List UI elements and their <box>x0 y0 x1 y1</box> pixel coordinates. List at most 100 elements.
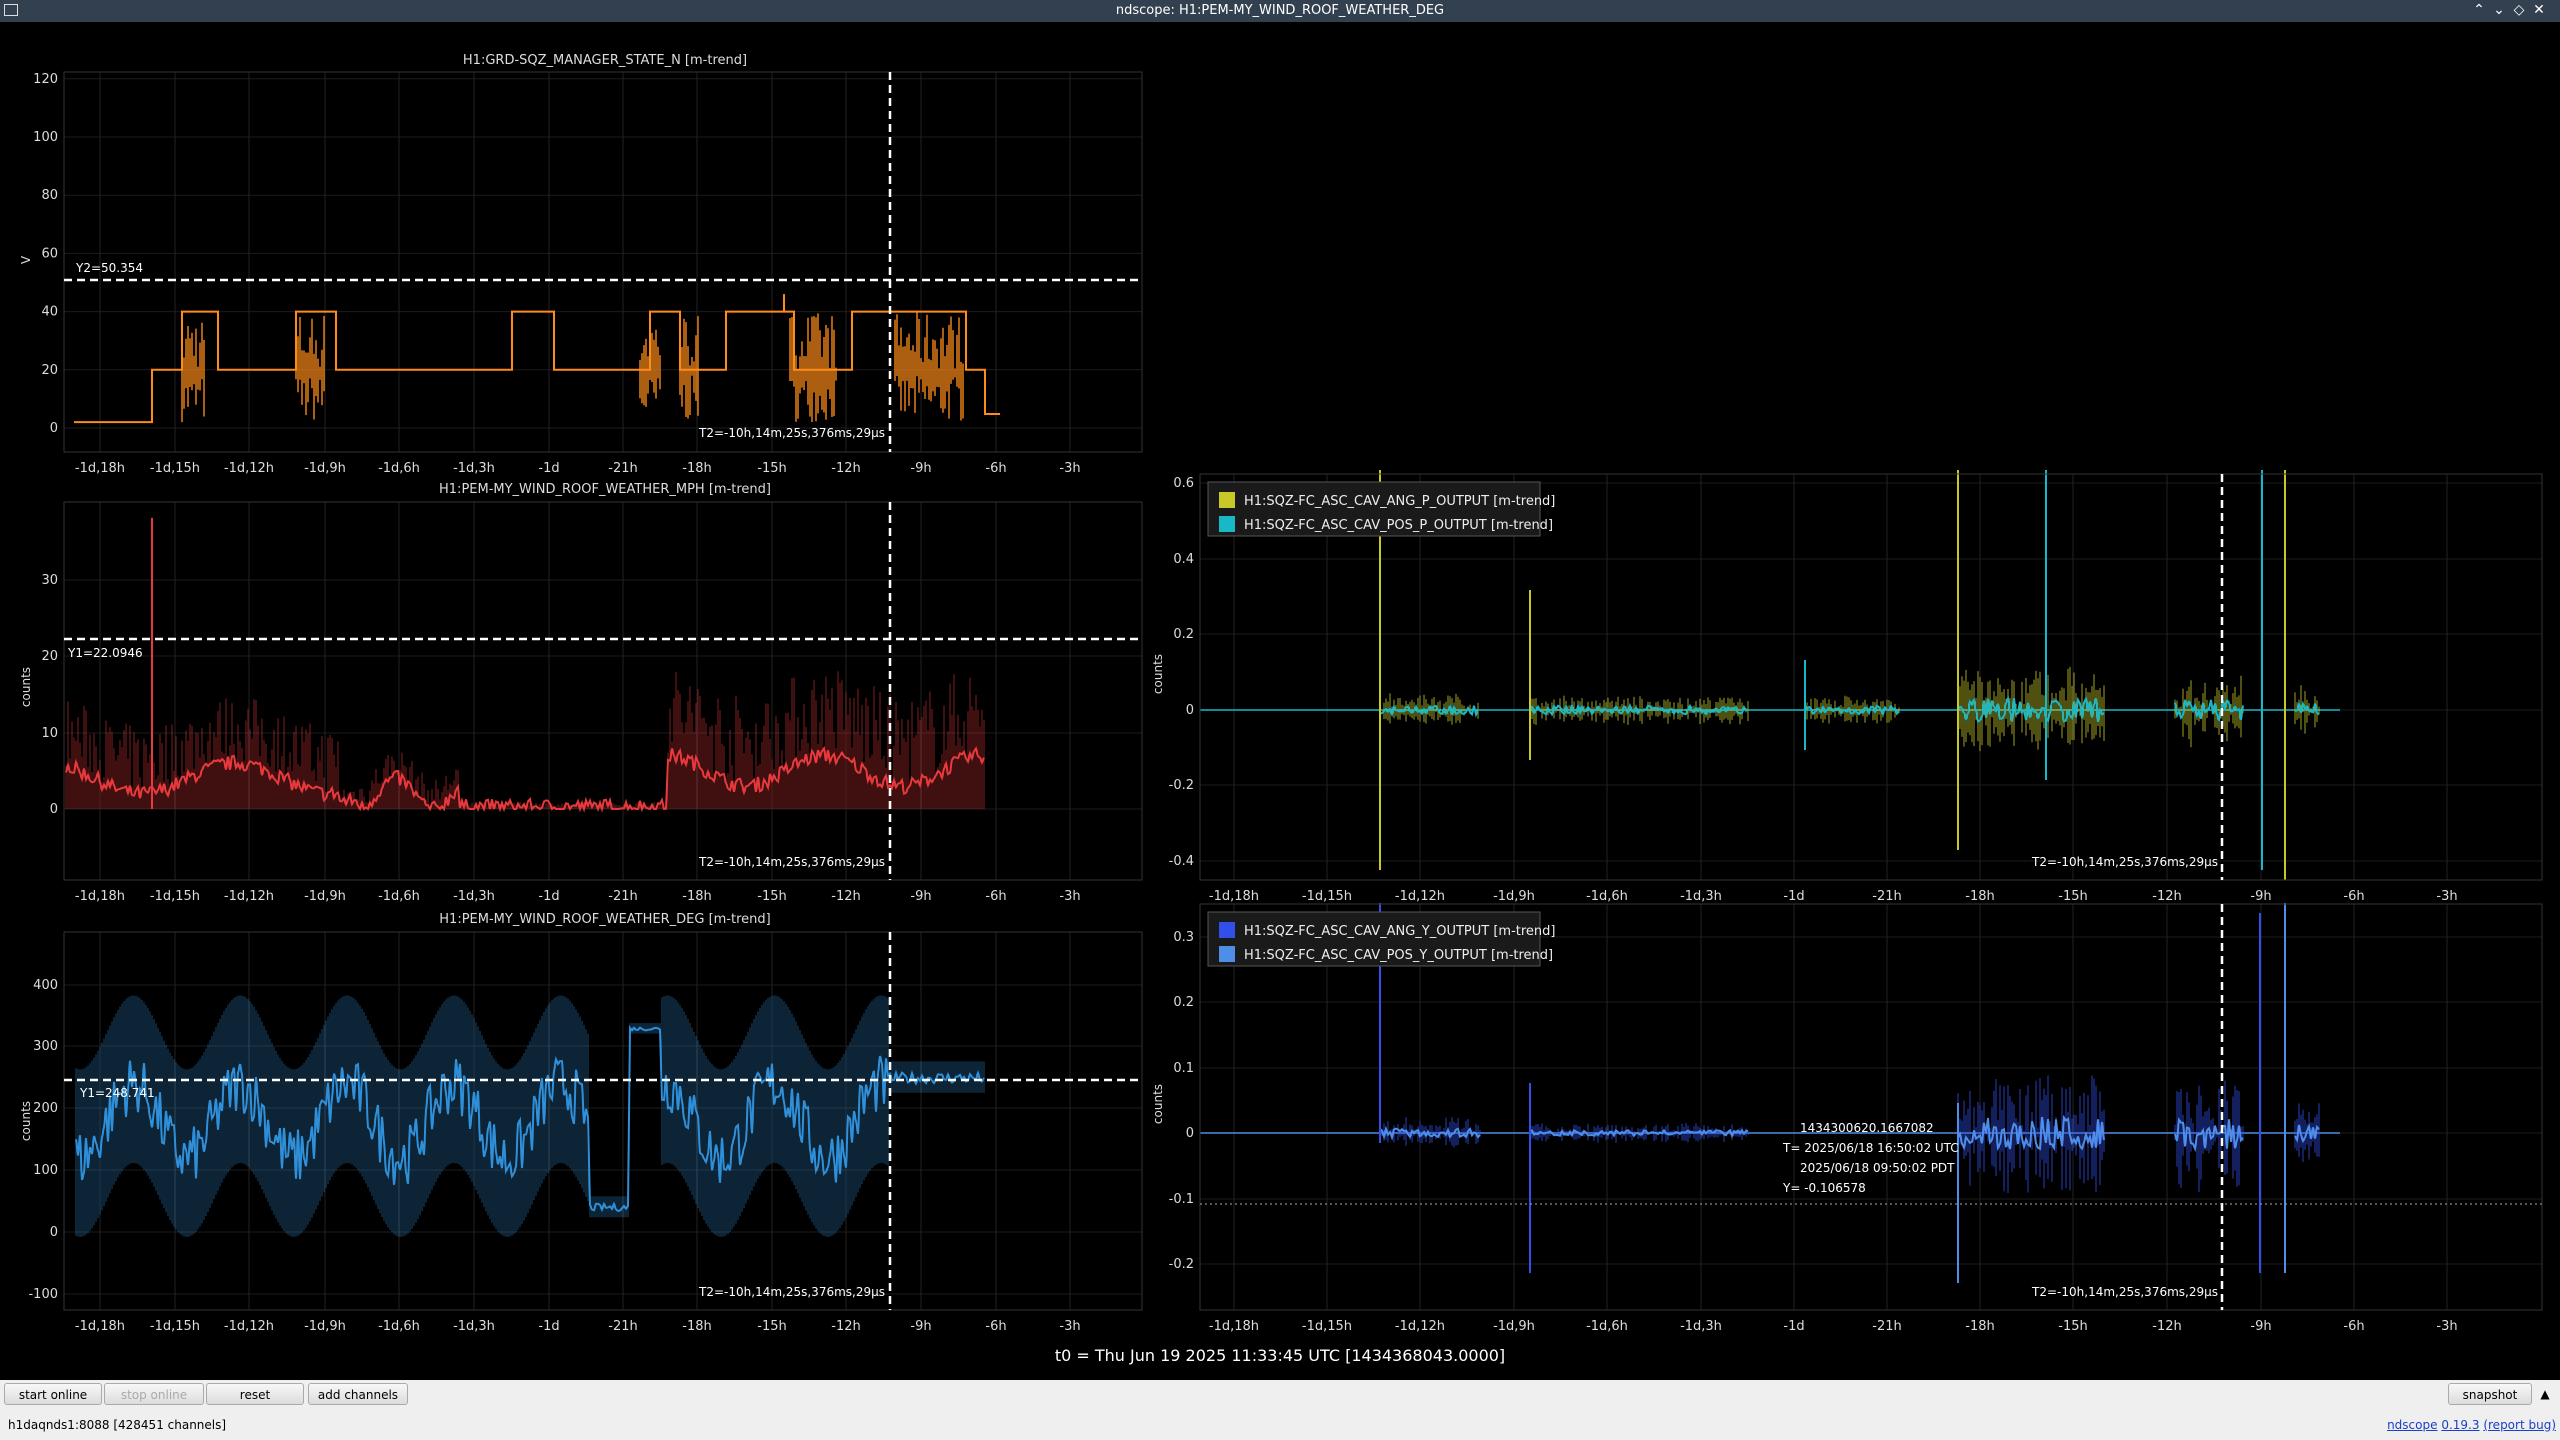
legend-label-pos-p: H1:SQZ-FC_ASC_CAV_POS_P_OUTPUT [m-trend] <box>1244 518 1553 533</box>
x-tick-label: -21h <box>608 889 637 904</box>
t2-cursor-label: T2=-10h,14m,25s,376ms,29µs <box>2031 1285 2218 1299</box>
y-tick-label: 10 <box>41 726 58 741</box>
reset-button[interactable]: reset <box>206 1383 304 1405</box>
x-tick-label: -1d,15h <box>150 461 200 476</box>
x-tick-label: -15h <box>2058 1319 2087 1334</box>
x-tick-label: -1d,12h <box>1395 1319 1445 1334</box>
y-axis-label: counts <box>19 667 33 707</box>
plot-fc-asc-yaw[interactable]: counts -0.2 -0.1 0 0.1 0.2 0.3 -1d,18h -1d,15h… <box>1151 903 2543 1334</box>
close-icon[interactable]: ✕ <box>2530 2 2548 18</box>
t2-cursor-label: T2=-10h,14m,25s,376ms,29µs <box>698 1285 885 1299</box>
legend-swatch-pos-p <box>1219 516 1235 532</box>
x-tick-label: -12h <box>2152 1319 2181 1334</box>
x-tick-label: -1d,9h <box>1493 889 1535 904</box>
plot-title: H1:PEM-MY_WIND_ROOF_WEATHER_DEG [m-trend… <box>439 912 770 927</box>
plot-fc-asc-pitch[interactable]: counts -0.4 -0.2 0 0.2 0.4 0.6 -1d,18h -1d,15h… <box>1151 470 2543 904</box>
y-tick-label: 400 <box>33 978 58 993</box>
x-tick-label: -1d,3h <box>453 461 495 476</box>
x-tick-label: -21h <box>608 1319 637 1334</box>
x-tick-label: -1d <box>538 461 559 476</box>
x-tick-label: -1d,12h <box>224 889 274 904</box>
snapshot-button[interactable]: snapshot <box>2448 1383 2532 1405</box>
x-tick-label: -1d,15h <box>150 889 200 904</box>
x-tick-label: -12h <box>831 461 860 476</box>
y-tick-label: 0.2 <box>1173 995 1194 1010</box>
minimize-icon[interactable]: ⌄ <box>2490 2 2508 18</box>
y-tick-label: 80 <box>41 188 58 203</box>
y-tick-label: 0.4 <box>1173 552 1194 567</box>
x-tick-label: -15h <box>757 889 786 904</box>
x-tick-label: -18h <box>682 889 711 904</box>
legend: H1:SQZ-FC_ASC_CAV_ANG_P_OUTPUT [m-trend]… <box>1207 481 1555 537</box>
x-tick-label: -12h <box>831 889 860 904</box>
y-tick-label: 0 <box>50 1225 58 1240</box>
y-axis-label: counts <box>1151 1084 1165 1124</box>
x-tick-label: -1d <box>538 889 559 904</box>
x-ticks: -1d,18h -1d,15h -1d,12h -1d,9h -1d,6h -1d,3h -… <box>75 72 1081 476</box>
y-tick-label: 100 <box>33 130 58 145</box>
y-ticks: -0.2 -0.1 0 0.1 0.2 0.3 <box>1169 930 2542 1272</box>
chevron-up-icon[interactable]: ⌃ <box>2470 2 2488 18</box>
legend-swatch-pos-y <box>1219 946 1235 962</box>
window-titlebar: ndscope: H1:PEM-MY_WIND_ROOF_WEATHER_DEG… <box>0 0 2560 22</box>
y-tick-label: 200 <box>33 1101 58 1116</box>
x-tick-label: -15h <box>757 461 786 476</box>
plot-wind-mph[interactable]: H1:PEM-MY_WIND_ROOF_WEATHER_MPH [m-trend… <box>19 482 1143 904</box>
plot-wind-deg[interactable]: H1:PEM-MY_WIND_ROOF_WEATHER_DEG [m-trend… <box>19 912 1143 1334</box>
legend-label-ang-p: H1:SQZ-FC_ASC_CAV_ANG_P_OUTPUT [m-trend] <box>1244 494 1555 509</box>
stop-online-button[interactable]: stop online <box>104 1383 204 1405</box>
x-tick-label: -9h <box>910 1319 931 1334</box>
x-ticks: -1d,18h -1d,15h -1d,12h -1d,9h -1d,6h -1d,3h -… <box>1209 904 2458 1334</box>
version-info: ndscope 0.19.3 (report bug) <box>2387 1418 2556 1432</box>
x-tick-label: -9h <box>2250 889 2271 904</box>
version-link[interactable]: 0.19.3 <box>2441 1418 2479 1432</box>
y-tick-label: 0.3 <box>1173 930 1194 945</box>
legend-label-pos-y: H1:SQZ-FC_ASC_CAV_POS_Y_OUTPUT [m-trend] <box>1244 948 1553 963</box>
x-tick-label: -6h <box>985 1319 1006 1334</box>
x-tick-label: -1d,15h <box>1302 889 1352 904</box>
x-tick-label: -1d,9h <box>304 889 346 904</box>
x-tick-label: -1d,9h <box>304 461 346 476</box>
x-tick-label: -1d,6h <box>378 1319 420 1334</box>
x-tick-label: -18h <box>1965 1319 1994 1334</box>
y-axis-label: counts <box>19 1101 33 1141</box>
y-tick-label: 0.1 <box>1173 1061 1194 1076</box>
x-tick-label: -6h <box>985 461 1006 476</box>
x-tick-label: -3h <box>1059 889 1080 904</box>
restore-icon[interactable]: ◇ <box>2510 2 2528 18</box>
y-axis-label: counts <box>1151 654 1165 694</box>
y-tick-label: 30 <box>41 573 58 588</box>
x-tick-label: -1d,12h <box>224 461 274 476</box>
y-tick-label: 0.6 <box>1173 476 1194 491</box>
x-tick-label: -1d,3h <box>1680 1319 1722 1334</box>
x-tick-label: -9h <box>910 461 931 476</box>
x-tick-label: -1d,3h <box>453 889 495 904</box>
x-ticks: -1d,18h -1d,15h -1d,12h -1d,9h -1d,6h -1d,3h -… <box>1209 474 2458 904</box>
start-online-button[interactable]: start online <box>4 1383 102 1405</box>
y-tick-label: 0.2 <box>1173 627 1194 642</box>
x-tick-label: -12h <box>831 1319 860 1334</box>
x-tick-label: -1d,9h <box>1493 1319 1535 1334</box>
report-bug-link[interactable]: (report bug) <box>2483 1418 2556 1432</box>
y-tick-label: 0 <box>50 802 58 817</box>
x-tick-label: -1d,6h <box>378 889 420 904</box>
legend-label-ang-y: H1:SQZ-FC_ASC_CAV_ANG_Y_OUTPUT [m-trend] <box>1244 924 1555 939</box>
y-tick-label: 20 <box>41 649 58 664</box>
hover-pdt: 2025/06/18 09:50:02 PDT <box>1800 1161 1955 1175</box>
x-tick-label: -1d,15h <box>1302 1319 1352 1334</box>
x-tick-label: -1d,18h <box>1209 1319 1259 1334</box>
x-tick-label: -15h <box>2058 889 2087 904</box>
x-tick-label: -1d,6h <box>378 461 420 476</box>
y-cursor-label: Y1=248.741 <box>79 1086 155 1100</box>
x-tick-label: -1d,18h <box>75 1319 125 1334</box>
plot-frame <box>63 71 1143 453</box>
y-tick-label: 0 <box>50 421 58 436</box>
ndscope-link[interactable]: ndscope <box>2387 1418 2437 1432</box>
plot-grd-sqz-manager-state[interactable]: H1:GRD-SQZ_MANAGER_STATE_N [m-trend] V 0… <box>19 53 1143 476</box>
expand-up-icon[interactable]: ▲ <box>2534 1383 2556 1405</box>
y-tick-label: -0.4 <box>1169 854 1194 869</box>
window-title: ndscope: H1:PEM-MY_WIND_ROOF_WEATHER_DEG <box>1115 3 1445 18</box>
x-tick-label: -1d <box>538 1319 559 1334</box>
add-channels-button[interactable]: add channels <box>308 1383 408 1405</box>
plot-area[interactable]: H1:GRD-SQZ_MANAGER_STATE_N [m-trend] V 0… <box>0 22 2560 1380</box>
